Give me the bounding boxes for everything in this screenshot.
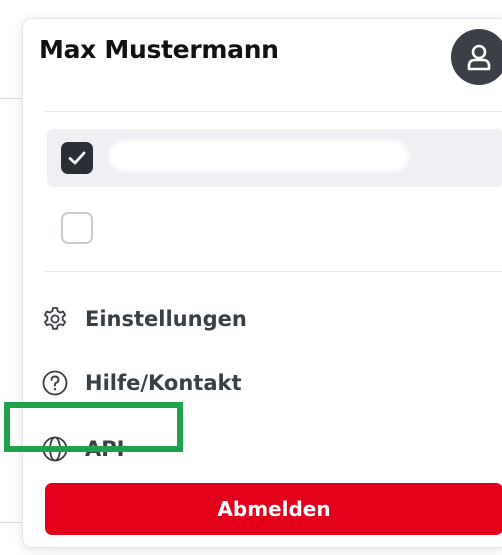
- gear-icon: [39, 303, 71, 335]
- user-name: Max Mustermann: [39, 35, 279, 64]
- menu-item-settings[interactable]: Einstellungen: [39, 297, 247, 341]
- user-menu-panel: Max Mustermann Einstellungen Hilfe/Konta…: [22, 18, 502, 548]
- background-divider: [0, 522, 22, 523]
- divider: [45, 111, 502, 112]
- logout-button[interactable]: Abmelden: [45, 483, 502, 535]
- account-checkbox-unchecked[interactable]: [61, 212, 93, 244]
- user-avatar[interactable]: [451, 29, 502, 85]
- menu-item-label: Hilfe/Kontakt: [85, 371, 242, 395]
- redacted-account-name: [109, 141, 409, 171]
- highlight-box: [4, 402, 183, 452]
- question-circle-icon: [39, 367, 71, 399]
- checkmark-icon: [68, 151, 86, 165]
- account-row[interactable]: [47, 199, 502, 257]
- background-divider: [0, 98, 22, 99]
- menu-item-label: Einstellungen: [85, 307, 247, 331]
- account-row-selected[interactable]: [47, 129, 502, 187]
- divider: [45, 271, 502, 272]
- menu-item-help[interactable]: Hilfe/Kontakt: [39, 361, 242, 405]
- person-icon: [467, 44, 491, 71]
- account-checkbox-checked[interactable]: [61, 142, 93, 174]
